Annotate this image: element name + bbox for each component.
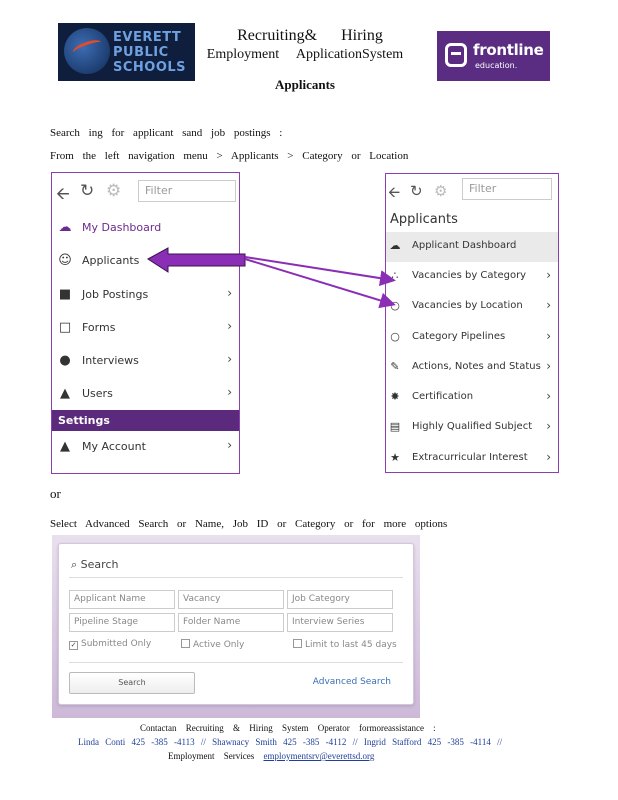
- limit-45-days-checkbox[interactable]: Limit to last 45 days: [293, 639, 397, 650]
- checkbox-label: Active Only: [193, 640, 245, 650]
- checkbox-label: Submitted Only: [81, 639, 152, 649]
- checkbox-checked-icon: ✓: [69, 641, 78, 650]
- vacancy-field[interactable]: Vacancy: [178, 590, 284, 609]
- arrow-to-location: [244, 258, 396, 309]
- services-label: Employment Services: [168, 751, 255, 761]
- checkbox-icon: [181, 639, 190, 648]
- or-separator: or: [50, 486, 61, 501]
- advanced-search-link[interactable]: Advanced Search: [313, 677, 391, 687]
- search-title: ⌕ Search: [71, 558, 118, 572]
- divider: [69, 662, 403, 663]
- job-category-field[interactable]: Job Category: [287, 590, 393, 609]
- contact-list: Linda Conti 425 -385 -4113 // Shawnacy S…: [78, 737, 502, 747]
- search-card: ⌕ Search Applicant Name Vacancy Job Cate…: [58, 543, 414, 705]
- contact-1: Linda Conti 425 -385 -4113 //: [78, 737, 206, 747]
- interview-series-field[interactable]: Interview Series: [287, 613, 393, 632]
- divider: [69, 577, 403, 578]
- contact-3: Ingrid Stafford 425 -385 -4114 //: [363, 737, 503, 747]
- instruction-line-3: Select Advanced Search or Name, Job ID o…: [50, 518, 448, 530]
- pipeline-stage-field[interactable]: Pipeline Stage: [69, 613, 175, 632]
- applicant-name-field[interactable]: Applicant Name: [69, 590, 175, 609]
- arrow-to-category: [244, 256, 396, 287]
- checkbox-icon: [293, 639, 302, 648]
- contact-intro: Contactan Recruiting & Hiring System Ope…: [140, 723, 436, 733]
- email-link[interactable]: employmentsrv@everettsd.org: [263, 751, 374, 761]
- submitted-only-checkbox[interactable]: ✓ Submitted Only: [69, 639, 151, 650]
- folder-name-field[interactable]: Folder Name: [178, 613, 284, 632]
- search-title-label: Search: [80, 558, 119, 571]
- checkbox-label: Limit to last 45 days: [305, 640, 397, 650]
- search-panel-screenshot: ⌕ Search Applicant Name Vacancy Job Cate…: [52, 535, 420, 718]
- services-line: Employment Services employmentsrv@everet…: [168, 751, 374, 761]
- search-button[interactable]: Search: [69, 672, 195, 694]
- contact-2: Shawnacy Smith 425 -385 -4112 //: [212, 737, 358, 747]
- left-pointing-arrow-icon: [147, 247, 246, 273]
- search-icon: ⌕: [71, 558, 78, 571]
- active-only-checkbox[interactable]: Active Only: [181, 639, 244, 650]
